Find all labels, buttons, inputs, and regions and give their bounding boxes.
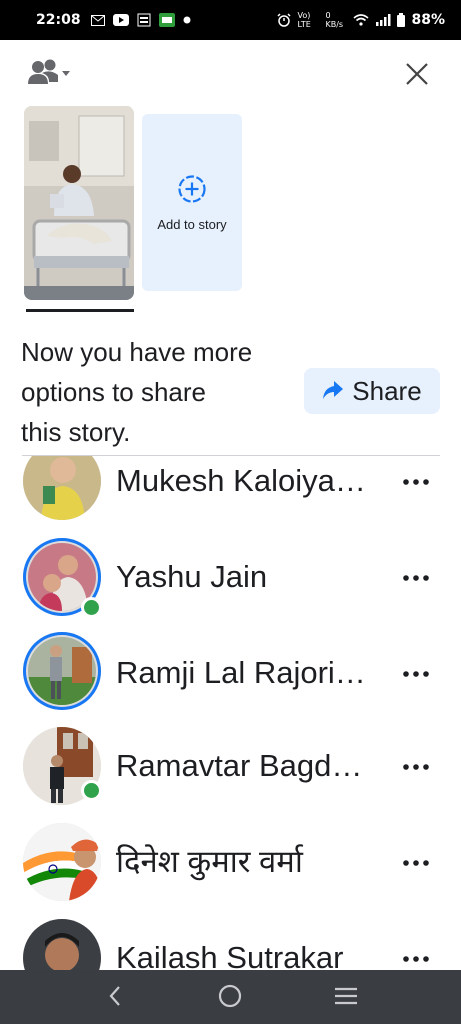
list-item[interactable]: दिनेश कुमार वर्मा: [0, 819, 461, 915]
online-indicator: [81, 780, 102, 801]
audience-selector-button[interactable]: [26, 58, 78, 92]
gmail-icon: [90, 14, 105, 26]
avatar: [23, 823, 101, 901]
add-to-story-button[interactable]: Add to story: [142, 114, 242, 291]
share-message-line: Now you have more: [21, 337, 253, 367]
news-app-icon: [137, 13, 151, 27]
more-options-button[interactable]: [400, 750, 432, 782]
plus-circle-icon: [177, 174, 207, 209]
back-button[interactable]: [99, 982, 131, 1014]
more-icon: [403, 949, 429, 967]
share-button-label: Share: [352, 375, 422, 406]
online-indicator: [81, 597, 102, 618]
status-bar: 22:08 Vo) LTE 0 KB/s 88%: [0, 0, 461, 40]
volte-label: Vo) LTE: [297, 11, 311, 29]
menu-icon: [334, 986, 358, 1011]
story-selected-indicator: [26, 309, 134, 312]
friend-name: Ramavtar Bagd…: [116, 748, 363, 783]
more-icon: [403, 568, 429, 586]
battery-icon: [397, 13, 406, 27]
close-button[interactable]: [401, 60, 433, 92]
avatar: [23, 456, 101, 520]
more-icon: [403, 853, 429, 871]
data-rate: 0 KB/s: [325, 11, 344, 29]
friend-name: Mukesh Kaloiya…: [116, 463, 366, 498]
friend-name: Yashu Jain: [116, 559, 268, 594]
youtube-icon: [112, 14, 129, 26]
story-photo: [24, 106, 134, 300]
friend-list: Mukesh Kaloiya… Yashu Jain Ramji Lal Raj…: [0, 456, 461, 970]
share-button[interactable]: Share: [304, 368, 440, 414]
alarm-icon: [277, 13, 292, 27]
list-item[interactable]: Mukesh Kaloiya…: [0, 456, 461, 531]
share-arrow-icon: [322, 376, 344, 407]
recents-button[interactable]: [330, 982, 362, 1014]
avatar: [23, 919, 101, 970]
more-options-button[interactable]: [400, 942, 432, 970]
close-icon: [405, 62, 429, 91]
top-bar: [0, 40, 461, 106]
friend-name: Kailash Sutrakar: [116, 940, 344, 970]
list-item[interactable]: Ramavtar Bagd…: [0, 723, 461, 819]
friend-name: Ramji Lal Rajori…: [116, 655, 366, 690]
more-options-button[interactable]: [400, 657, 432, 689]
status-time: 22:08: [36, 12, 81, 28]
more-icon: [403, 472, 429, 490]
more-options-button[interactable]: [400, 561, 432, 593]
system-nav-bar: [0, 970, 461, 1024]
wifi-icon: [353, 14, 370, 26]
system-icons: Vo) LTE 0 KB/s 88%: [277, 11, 445, 29]
list-item[interactable]: Yashu Jain: [0, 531, 461, 627]
battery-percent: 88%: [411, 12, 445, 28]
avatar: [23, 632, 101, 710]
add-to-story-label: Add to story: [157, 216, 227, 232]
list-item[interactable]: Ramji Lal Rajori…: [0, 627, 461, 723]
list-item[interactable]: Kailash Sutrakar: [0, 915, 461, 970]
more-icon: [403, 757, 429, 775]
story-row: Add to story: [24, 106, 444, 316]
back-icon: [108, 985, 122, 1012]
app-icon: [158, 13, 175, 27]
share-message-line: this story.: [21, 417, 131, 447]
more-options-button[interactable]: [400, 465, 432, 497]
signal-icon: [375, 14, 391, 26]
more-options-button[interactable]: [400, 846, 432, 878]
notification-icons: [90, 13, 191, 27]
share-message-line: options to share: [21, 377, 207, 407]
more-icon: [403, 664, 429, 682]
home-icon: [218, 984, 242, 1013]
share-message: Now you have more options to share this …: [21, 332, 306, 452]
dot-icon: [183, 16, 191, 24]
story-thumbnail[interactable]: [24, 106, 134, 300]
home-button[interactable]: [214, 982, 246, 1014]
people-dropdown-icon: [26, 58, 72, 93]
friend-name: दिनेश कुमार वर्मा: [116, 844, 303, 879]
